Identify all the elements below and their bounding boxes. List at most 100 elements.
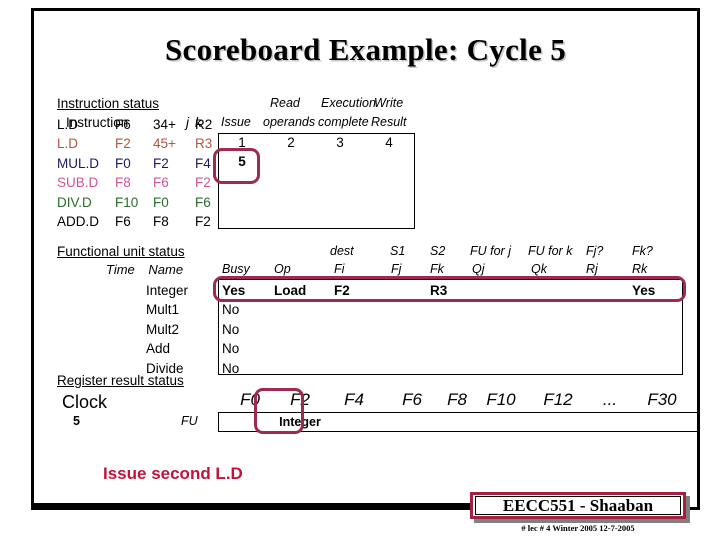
functional-unit-name: Integer [146, 283, 189, 298]
instruction-status-row [218, 191, 415, 210]
busy-cell: No [222, 360, 240, 376]
read-operands-header-line1: Read [270, 96, 300, 110]
register-header: F10 [486, 390, 516, 409]
execution-complete-header-line1: Execution [321, 96, 376, 110]
fu-for-k-header: FU for k [528, 244, 573, 258]
busy-cell: Yes [222, 283, 246, 298]
write-result-header-line2: Result [371, 115, 407, 129]
functional-unit-status-row: No [218, 339, 683, 358]
instruction-op: L.D [57, 136, 79, 152]
functional-unit-name-list: Integer Mult1 Mult2 Add Divide [146, 281, 188, 378]
functional-unit-col-headers: Busy Op dest Fi S1 Fj S2 Fk FU for j Qj … [218, 244, 688, 280]
register-header: ... [602, 390, 618, 409]
register-value-cell: Integer [279, 415, 321, 429]
issue-header: Issue [221, 115, 251, 129]
instruction-j: F2 [153, 155, 169, 171]
fi-cell: F2 [334, 283, 350, 298]
instruction-op: ADD.D [57, 213, 100, 229]
read-operands-header-line2: operands [263, 115, 316, 129]
functional-unit-status-section-label: Functional unit status [57, 244, 185, 259]
footer-badge: EECC551 - Shaaban [470, 492, 686, 519]
instruction-j: F0 [153, 194, 169, 210]
instruction-dest: F0 [115, 155, 131, 171]
qk-header: Qk [531, 262, 547, 276]
instruction-row: L.D F6 34+ R2 [57, 115, 225, 134]
register-header: F8 [447, 390, 467, 409]
fj-q-header: Fj? [586, 244, 604, 258]
register-header: F12 [543, 390, 573, 409]
s2-header: S2 [430, 244, 446, 258]
instruction-op: DIV.D [57, 194, 92, 210]
fi-header: Fi [334, 262, 345, 276]
issue-cell: 5 [238, 154, 246, 170]
name-label: Name [148, 262, 184, 277]
instruction-j: F6 [153, 175, 169, 191]
instruction-dest: F2 [115, 136, 131, 152]
page-title: Scoreboard Example: Cycle 5 [164, 32, 566, 67]
execution-complete-header-line2: complete [318, 115, 369, 129]
register-headers: F0 F2 F4 F6 F8 F10 F12... F30 [218, 390, 688, 412]
clock-value: 5 [73, 414, 80, 428]
footer-badge-text: EECC551 - Shaaban [475, 496, 681, 515]
busy-cell: No [222, 341, 240, 357]
op-cell: Load [274, 283, 307, 298]
functional-unit-status-row: No [218, 359, 683, 378]
instruction-row: DIV.D F10 F0 F6 [57, 193, 225, 212]
instruction-status-row: 1 2 3 4 [218, 133, 415, 152]
instruction-dest: F8 [115, 175, 131, 191]
functional-unit-status-row: Yes Load F2 R3 Yes [218, 281, 683, 300]
rk-header: Rk [632, 262, 648, 276]
busy-header: Busy [222, 262, 250, 276]
rj-header: Rj [586, 262, 598, 276]
instruction-op: L.D [57, 117, 79, 132]
read-operands-cell: 2 [287, 135, 295, 150]
register-header: F6 [402, 390, 422, 409]
write-result-cell: 4 [385, 135, 393, 150]
dest-header: dest [330, 244, 354, 258]
functional-unit-name: Mult2 [146, 321, 180, 337]
instruction-j: 34+ [153, 117, 176, 132]
fu-for-j-header: FU for j [470, 244, 511, 258]
instruction-op: MUL.D [57, 155, 100, 171]
functional-unit-name: Mult1 [146, 302, 180, 318]
instruction-status-section-label: Instruction status [57, 96, 160, 111]
busy-cell: No [222, 302, 240, 318]
instruction-op: SUB.D [57, 175, 99, 191]
fj-header: Fj [391, 262, 402, 276]
busy-cell: No [222, 321, 240, 337]
functional-unit-status-rows: Yes Load F2 R3 Yes No No No No [218, 281, 683, 378]
rk-cell: Yes [632, 283, 656, 298]
time-label: Time [106, 262, 135, 277]
issue-cell: 1 [238, 135, 246, 150]
write-result-header-line1: Write [374, 96, 404, 110]
instruction-status-row: 5 [218, 152, 415, 171]
register-header: F0 [240, 390, 260, 409]
qj-header: Qj [472, 262, 485, 276]
instruction-row: L.D F2 45+ R3 [57, 134, 225, 153]
clock-label: Clock [62, 392, 108, 412]
register-header: F2 [290, 390, 310, 409]
slide-caption: Issue second L.D [103, 464, 243, 483]
fk-q-header: Fk? [632, 244, 653, 258]
instruction-j: 45+ [153, 136, 176, 152]
register-header: F4 [344, 390, 364, 409]
footer-note: # lec # 4 Winter 2005 12-7-2005 [521, 523, 635, 533]
op-header: Op [274, 262, 291, 276]
instruction-list: L.D F6 34+ R2 L.D F2 45+ R3 MUL.D F0 F2 F4 SUB.D F8 F6… [57, 115, 225, 231]
instruction-status-cells: 1 2 3 4 5 [218, 133, 415, 230]
execution-complete-cell: 3 [336, 135, 344, 150]
fu-row-label: FU [181, 414, 198, 428]
instruction-row: MUL.D F0 F2 F4 [57, 154, 225, 173]
register-header: F30 [647, 390, 677, 409]
instruction-status-col-headers: Issue Read operands Execution complete W… [218, 96, 418, 132]
instruction-dest: F6 [115, 213, 131, 229]
s1-header: S1 [390, 244, 406, 258]
slide-canvas: Scoreboard Example: Cycle 5 Instruction … [0, 0, 720, 540]
functional-unit-name: Add [146, 341, 171, 357]
register-result-status-section-label: Register result status [57, 373, 184, 388]
instruction-status-row [218, 211, 415, 230]
fu-subheaders: Time Name [106, 262, 183, 277]
instruction-status-row [218, 172, 415, 191]
fk-cell: R3 [430, 283, 448, 298]
instruction-row: ADD.D F6 F8 F2 [57, 212, 225, 231]
